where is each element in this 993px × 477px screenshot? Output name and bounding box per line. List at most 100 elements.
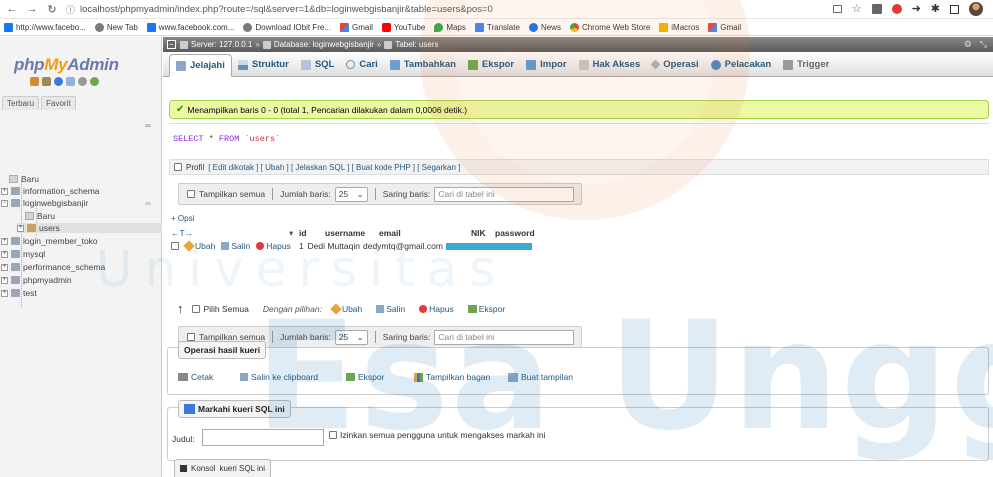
collapse-icon[interactable]: − (167, 40, 176, 49)
tree-item-loginwebgisbanjir[interactable]: − loginwebgisbanjir (1, 198, 88, 208)
documentation-icon[interactable] (66, 77, 75, 86)
tree-item-test[interactable]: + test (1, 288, 37, 298)
side-panel-icon[interactable] (950, 4, 959, 14)
bulk-delete-button[interactable]: Hapus (419, 304, 454, 314)
extension-icon[interactable] (871, 4, 882, 14)
phpmyadmin-logo[interactable]: phpMyAdmin (14, 55, 119, 75)
tab-tambahkan[interactable]: Tambahkan (384, 53, 462, 76)
tab-favorite[interactable]: Favorit (41, 96, 76, 110)
bookmark-title-input[interactable] (202, 429, 324, 446)
tab-jelajahi[interactable]: Jelajahi (169, 54, 232, 77)
bulk-copy-button[interactable]: Salin (376, 304, 405, 314)
settings-gear-icon[interactable]: ⚙ (964, 39, 972, 50)
row-delete-button[interactable]: Hapus (256, 241, 291, 251)
bookmark-item[interactable]: Chrome Web Store (569, 22, 650, 32)
address-bar[interactable]: ⓘ localhost/phpmyadmin/index.php?route=/… (66, 2, 493, 17)
bookmark-item[interactable]: News (528, 22, 561, 32)
adblock-extension-icon[interactable] (891, 4, 902, 14)
profile-avatar[interactable] (969, 2, 983, 16)
breadcrumb-server[interactable]: Server: 127.0.0.1 (180, 40, 252, 49)
link-with-main-icon[interactable]: ∞ (145, 121, 151, 130)
options-toggle[interactable]: + Opsi (171, 214, 194, 223)
bookmark-item[interactable]: YouTube (381, 22, 425, 32)
column-header-email[interactable]: email (379, 228, 471, 238)
reload-navigation-icon[interactable] (90, 77, 99, 86)
tab-operasi[interactable]: Operasi (646, 53, 704, 76)
breadcrumb-table[interactable]: Tabel: users (384, 40, 438, 49)
tab-recent[interactable]: Terbaru (2, 96, 40, 110)
profile-checkbox[interactable] (174, 163, 182, 171)
tree-item-information-schema[interactable]: + information_schema (1, 186, 100, 196)
row-edit-button[interactable]: Ubah (183, 240, 215, 252)
create-view-button[interactable]: Buat tampilan (508, 372, 573, 382)
home-icon[interactable] (30, 77, 39, 86)
help-icon[interactable] (54, 77, 63, 86)
tab-struktur[interactable]: Struktur (232, 53, 295, 76)
cell-id[interactable]: 1 (299, 241, 304, 251)
bookmark-item[interactable]: Maps (434, 22, 466, 32)
sql-query-code[interactable]: SELECT * FROM `users` (173, 134, 280, 144)
tree-item-login-member-toko[interactable]: + login_member_toko (1, 236, 98, 246)
copy-clipboard-button[interactable]: Salin ke clipboard (240, 372, 318, 382)
collapse-icon[interactable]: − (1, 199, 8, 207)
settings-icon[interactable] (78, 77, 87, 86)
bookmark-star-icon[interactable]: ☆ (852, 4, 862, 15)
send-arrow-icon[interactable]: ➜ (912, 4, 921, 15)
expand-icon[interactable]: + (1, 187, 8, 195)
breadcrumb-database[interactable]: Database: loginwebgisbanjir (262, 40, 374, 49)
export-button[interactable]: Ekspor (346, 372, 384, 382)
extensions-puzzle-icon[interactable]: ✱ (931, 4, 940, 15)
column-header-id[interactable]: id (299, 228, 325, 238)
column-header-username[interactable]: username (325, 228, 379, 238)
expand-icon[interactable]: + (1, 250, 8, 258)
display-chart-button[interactable]: Tampilkan bagan (414, 372, 490, 382)
forward-arrow-icon[interactable]: → (24, 1, 40, 17)
tree-item-new-table[interactable]: Baru (25, 211, 55, 221)
bookmark-item[interactable]: Download IObit Fre... (243, 22, 331, 32)
bulk-export-button[interactable]: Ekspor (467, 304, 505, 314)
tree-item-new[interactable]: Baru (9, 174, 39, 184)
show-all-checkbox[interactable] (187, 333, 195, 341)
bookmark-item[interactable]: Gmail (339, 22, 373, 32)
bookmark-item[interactable]: www.facebook.com... (146, 22, 234, 32)
tab-impor[interactable]: Impor (520, 53, 572, 76)
tree-item-phpmyadmin[interactable]: + phpmyadmin (1, 275, 72, 285)
cell-email[interactable]: dedymtq@gmail.com (363, 241, 443, 251)
bookmark-item[interactable]: http://www.facebo... (4, 22, 86, 32)
allow-all-users-checkbox[interactable] (329, 431, 337, 439)
bookmark-item[interactable]: New Tab (94, 22, 138, 32)
back-arrow-icon[interactable]: ← (4, 1, 20, 17)
expand-icon[interactable]: + (1, 276, 8, 284)
expand-icon[interactable]: + (1, 263, 8, 271)
tree-item-users[interactable]: + users (17, 223, 162, 233)
share-icon[interactable] (832, 5, 842, 13)
filter-rows-input[interactable]: Cari di tabel ini (434, 329, 575, 345)
column-width-arrows-icon[interactable]: ←T→ (171, 228, 289, 238)
row-checkbox[interactable] (171, 242, 179, 250)
rows-select[interactable]: 25 ⌄ (334, 186, 368, 202)
expand-icon[interactable]: + (17, 224, 24, 232)
link-icon[interactable]: ∞ (145, 199, 151, 208)
logout-icon[interactable] (42, 77, 51, 86)
tab-sql[interactable]: SQL (295, 53, 341, 76)
bookmark-item[interactable]: iMacros (659, 22, 699, 32)
tab-ekspor[interactable]: Ekspor (462, 53, 520, 76)
expand-icon[interactable]: + (1, 237, 8, 245)
filter-rows-input[interactable]: Cari di tabel ini (434, 186, 575, 202)
tree-item-mysql[interactable]: + mysql (1, 249, 45, 259)
expand-icon[interactable]: + (1, 289, 8, 297)
print-button[interactable]: Cetak (178, 372, 213, 382)
sql-action-links[interactable]: [ Edit dikotak ] [ Ubah ] [ Jelaskan SQL… (208, 163, 460, 172)
minimize-icon[interactable]: ⤡ (980, 39, 987, 50)
column-header-password[interactable]: password (495, 228, 535, 238)
show-all-checkbox[interactable] (187, 190, 195, 198)
cell-username[interactable]: Dedi Muttaqin (308, 241, 360, 251)
tab-pelacakan[interactable]: Pelacakan (705, 53, 777, 76)
bookmark-item[interactable]: Translate (474, 22, 520, 32)
check-all-checkbox[interactable] (191, 305, 200, 313)
tab-trigger[interactable]: Trigger (777, 53, 835, 76)
site-info-icon[interactable]: ⓘ (66, 3, 75, 16)
tab-cari[interactable]: Cari (340, 53, 383, 76)
rows-select[interactable]: 25 ⌄ (334, 329, 368, 345)
bulk-edit-button[interactable]: Ubah (330, 303, 362, 315)
